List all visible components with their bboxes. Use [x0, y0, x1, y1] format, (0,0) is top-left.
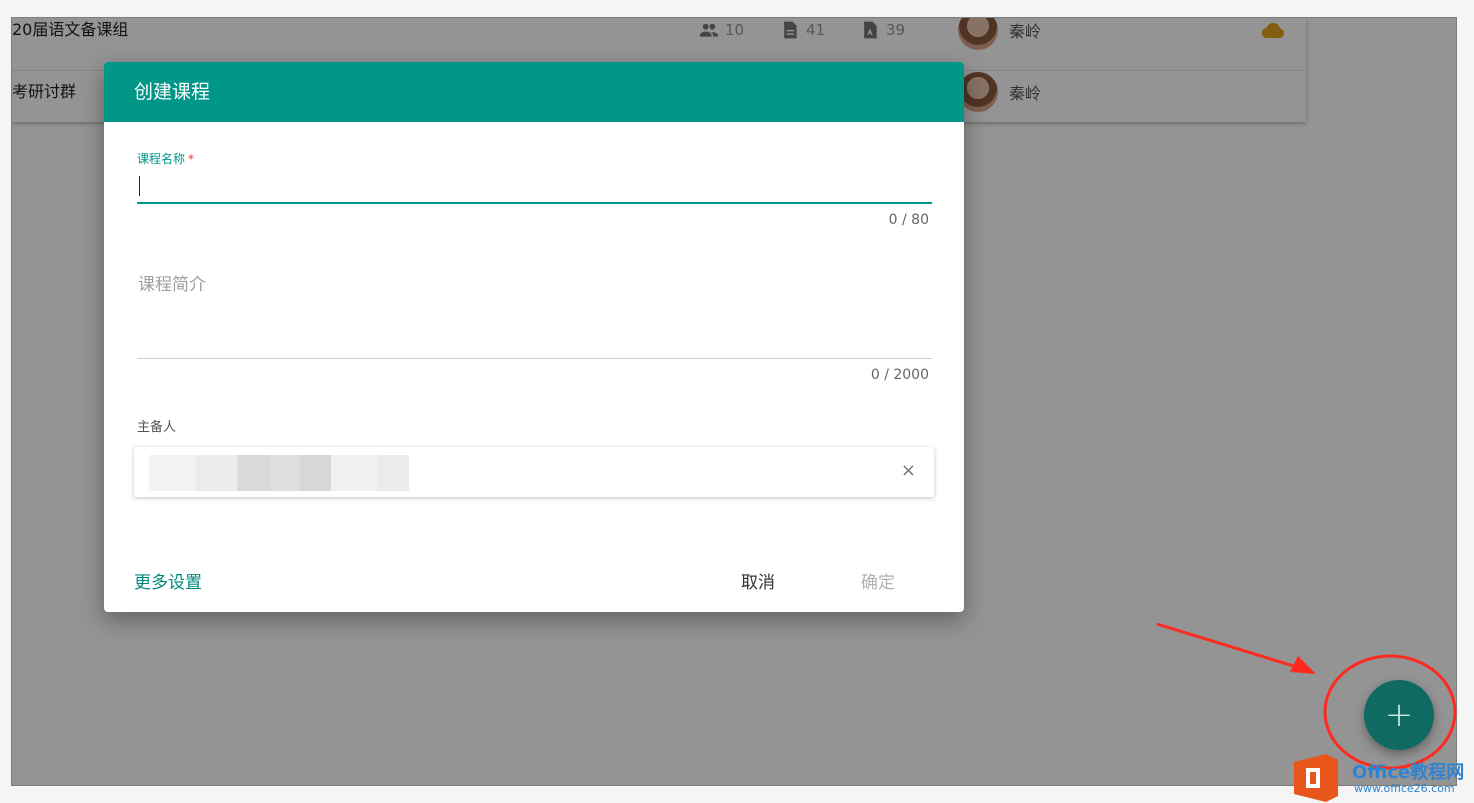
add-course-button[interactable]: + — [1364, 680, 1434, 750]
more-settings-button[interactable]: 更多设置 — [134, 568, 202, 593]
close-icon[interactable]: × — [901, 461, 916, 481]
text-cursor — [139, 176, 140, 196]
dialog-title: 创建课程 — [104, 62, 964, 122]
host-label: 主备人 — [137, 420, 177, 435]
create-course-dialog: 创建课程 课程名称 * 0 / 80 课程简介 0 / 2000 主备人 × 更多… — [104, 62, 964, 612]
required-mark: * — [188, 152, 195, 166]
watermark-url: www.office26.com — [1354, 782, 1455, 795]
blurred-host-name — [149, 455, 409, 491]
confirm-button[interactable]: 确定 — [861, 568, 895, 593]
course-name-label: 课程名称 * — [137, 152, 195, 166]
course-name-counter: 0 / 80 — [888, 212, 929, 228]
course-name-field[interactable]: 课程名称 * — [137, 148, 932, 206]
watermark: Office教程网 www.office26.com — [1282, 752, 1474, 803]
course-intro-counter: 0 / 2000 — [870, 367, 929, 383]
watermark-title: Office教程网 — [1352, 762, 1465, 783]
office-logo-icon — [1294, 754, 1338, 802]
cancel-button[interactable]: 取消 — [741, 568, 775, 593]
course-name-underline — [137, 202, 932, 204]
course-intro-input[interactable]: 课程简介 — [138, 270, 206, 295]
course-intro-underline — [137, 358, 932, 359]
plus-icon: + — [1384, 695, 1414, 735]
host-select[interactable]: × — [134, 447, 934, 497]
